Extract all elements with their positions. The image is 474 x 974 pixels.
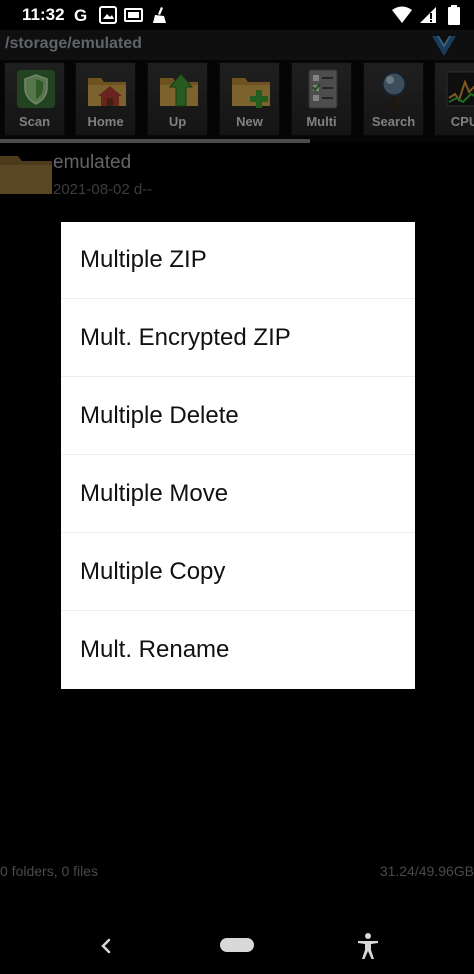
accessibility-icon[interactable] xyxy=(356,932,380,960)
mult-rename-option[interactable]: Mult. Rename xyxy=(61,612,415,689)
cleaner-icon xyxy=(150,5,170,25)
status-icons-right xyxy=(392,5,464,25)
battery-saver-icon xyxy=(124,5,144,25)
option-label: Multiple Delete xyxy=(80,402,239,429)
navigation-bar xyxy=(0,920,474,974)
svg-text:G: G xyxy=(74,6,87,24)
home-pill[interactable] xyxy=(220,938,254,952)
mult-encrypted-zip-option[interactable]: Mult. Encrypted ZIP xyxy=(61,300,415,377)
photo-icon xyxy=(98,5,118,25)
multiple-move-option[interactable]: Multiple Move xyxy=(61,456,415,533)
wifi-icon xyxy=(392,5,412,25)
option-label: Multiple Move xyxy=(80,480,229,507)
option-label: Multiple Copy xyxy=(80,558,226,585)
option-label: Multiple ZIP xyxy=(80,246,207,273)
multiple-zip-option[interactable]: Multiple ZIP xyxy=(61,222,415,299)
no-sim-icon xyxy=(418,5,438,25)
battery-icon xyxy=(444,5,464,25)
option-label: Mult. Encrypted ZIP xyxy=(80,324,291,351)
folder-file-count: 0 folders, 0 files xyxy=(0,863,99,879)
multiple-copy-option[interactable]: Multiple Copy xyxy=(61,534,415,611)
google-icon: G xyxy=(72,5,92,25)
storage-usage: 31.24/49.96GB xyxy=(379,863,474,879)
multi-action-dialog: Multiple ZIP Mult. Encrypted ZIP Multipl… xyxy=(61,222,415,689)
multiple-delete-option[interactable]: Multiple Delete xyxy=(61,378,415,455)
back-icon[interactable] xyxy=(96,934,116,958)
status-time: 11:32 xyxy=(22,5,65,24)
status-bar: 11:32 G xyxy=(0,0,474,30)
screen: 11:32 G /storage/emulated Scan Home Up N… xyxy=(0,0,474,974)
status-icons-left: G xyxy=(72,5,170,25)
option-label: Mult. Rename xyxy=(80,636,230,663)
